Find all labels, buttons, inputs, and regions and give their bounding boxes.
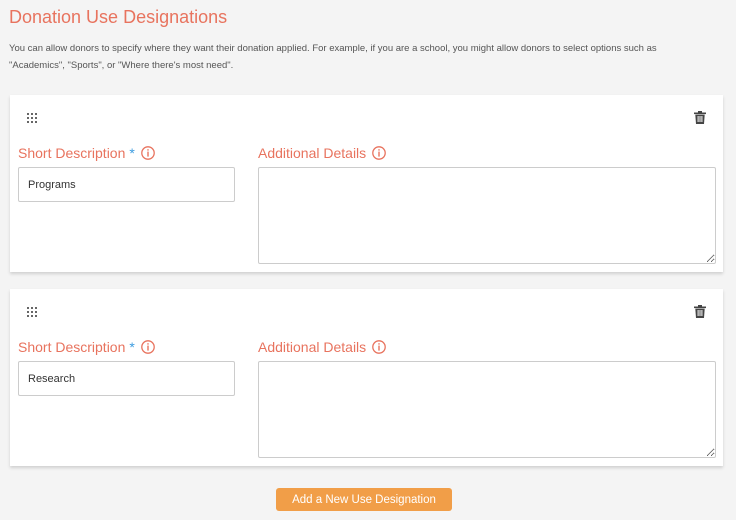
designation-card: Short Description * Additional Details (10, 95, 723, 272)
required-asterisk: * (129, 339, 135, 355)
info-icon[interactable] (372, 340, 387, 354)
info-icon[interactable] (372, 146, 387, 160)
trash-icon[interactable] (694, 111, 706, 124)
short-description-label: Short Description * (18, 339, 155, 355)
additional-details-label-text: Additional Details (258, 145, 367, 161)
additional-details-textarea[interactable] (258, 167, 716, 264)
short-description-label: Short Description * (18, 145, 155, 161)
designation-card: Short Description * Additional Details (10, 289, 723, 466)
additional-details-label-text: Additional Details (258, 339, 367, 355)
required-asterisk: * (129, 145, 135, 161)
drag-handle-icon[interactable] (27, 307, 37, 317)
info-icon[interactable] (140, 340, 155, 354)
info-icon[interactable] (140, 146, 155, 160)
additional-details-label: Additional Details (258, 339, 387, 355)
add-designation-button[interactable]: Add a New Use Designation (276, 488, 452, 511)
short-description-input[interactable] (18, 361, 235, 396)
short-description-input[interactable] (18, 167, 235, 202)
short-description-label-text: Short Description (18, 339, 126, 355)
drag-handle-icon[interactable] (27, 113, 37, 123)
page-description: You can allow donors to specify where th… (9, 43, 657, 71)
additional-details-label: Additional Details (258, 145, 387, 161)
short-description-label-text: Short Description (18, 145, 126, 161)
additional-details-textarea[interactable] (258, 361, 716, 458)
page-title: Donation Use Designations (9, 7, 228, 27)
trash-icon[interactable] (694, 305, 706, 318)
